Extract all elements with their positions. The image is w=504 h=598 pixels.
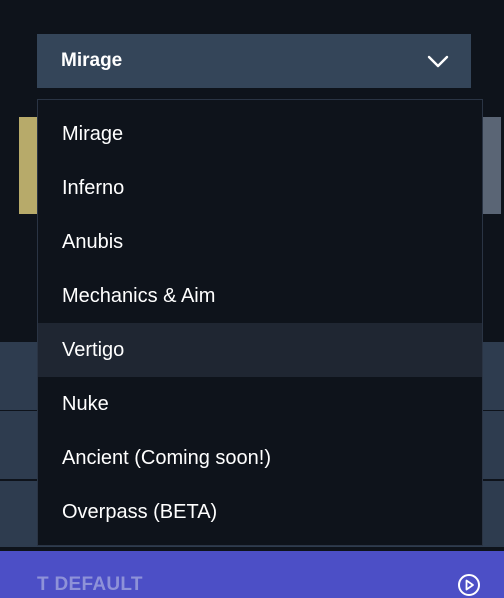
map-option-overpass[interactable]: Overpass (BETA) — [38, 485, 482, 539]
play-circle-icon[interactable] — [456, 572, 482, 598]
map-option-mechanics-aim[interactable]: Mechanics & Aim — [38, 269, 482, 323]
map-option-inferno[interactable]: Inferno — [38, 161, 482, 215]
card-edge-right — [482, 117, 501, 214]
map-dropdown-menu: Mirage Inferno Anubis Mechanics & Aim Ve… — [37, 99, 483, 546]
map-select-value: Mirage — [61, 50, 123, 71]
map-select[interactable]: Mirage — [37, 34, 471, 88]
map-option-anubis[interactable]: Anubis — [38, 215, 482, 269]
map-option-mirage[interactable]: Mirage — [38, 107, 482, 161]
map-option-ancient[interactable]: Ancient (Coming soon!) — [38, 431, 482, 485]
map-option-vertigo[interactable]: Vertigo — [38, 323, 482, 377]
t-default-label: T DEFAULT — [37, 574, 143, 595]
map-option-nuke[interactable]: Nuke — [38, 377, 482, 431]
chevron-down-icon — [427, 55, 449, 68]
card-accent-strip — [19, 117, 38, 214]
